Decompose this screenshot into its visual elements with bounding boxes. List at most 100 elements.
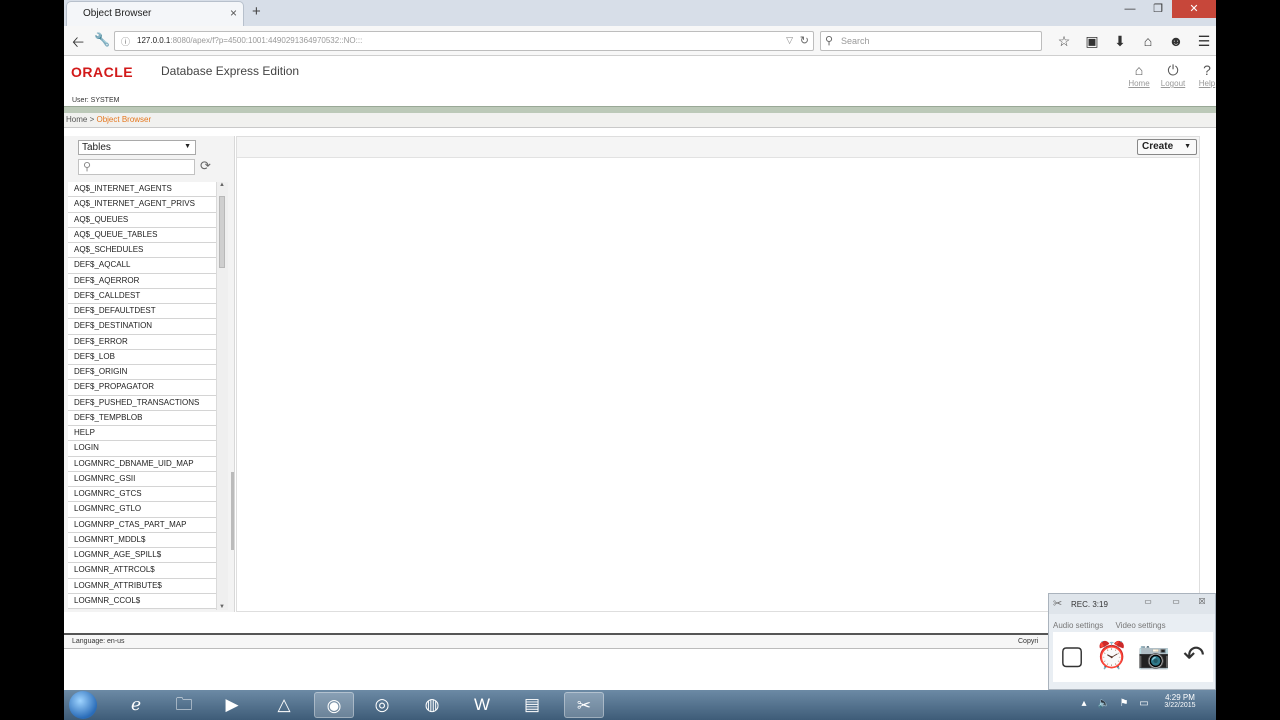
object-list-item[interactable]: LOGMNR_AGE_SPILL$ — [68, 548, 216, 564]
object-list-item[interactable]: DEF$_CALLDEST — [68, 288, 216, 304]
object-list-scrollbar[interactable]: ▲ ▼ — [216, 182, 228, 610]
volume-icon[interactable]: 🔈 — [1094, 698, 1114, 709]
clock-date: 3/22/2015 — [1164, 702, 1196, 709]
recorder-close-icon[interactable]: ☒ — [1193, 597, 1211, 609]
media-player-icon[interactable]: ▶ — [212, 692, 252, 718]
object-list-item[interactable]: AQ$_INTERNET_AGENT_PRIVS — [68, 197, 216, 213]
chrome-icon[interactable]: ◎ — [362, 692, 402, 718]
object-type-select[interactable]: Tables ▼ — [78, 140, 196, 155]
object-list-item[interactable]: LOGMNR_ATTRIBUTE$ — [68, 578, 216, 594]
object-list-item[interactable]: DEF$_DEFAULTDEST — [68, 304, 216, 320]
create-button[interactable]: Create ▼ — [1137, 139, 1197, 155]
tab-audio-settings[interactable]: Audio settings — [1053, 621, 1103, 630]
recorder-header: ✂ REC. 3:19 ▭ ▭ ☒ — [1049, 594, 1215, 614]
browser-toolbar: ☆ ▣ ⬇ ⌂ ☻ ☰ — [1050, 31, 1216, 51]
folder-icon[interactable]: 🗀 — [164, 692, 204, 718]
panel-splitter[interactable] — [231, 472, 234, 550]
bookmark-star-icon[interactable]: ☆ — [1050, 31, 1078, 51]
object-list-item[interactable]: DEF$_TEMPBLOB — [68, 410, 216, 426]
word-icon[interactable]: W — [462, 692, 502, 718]
object-list-item[interactable]: AQ$_SCHEDULES — [68, 243, 216, 259]
object-list-item[interactable]: LOGMNRT_MDDL$ — [68, 532, 216, 548]
download-icon[interactable]: ⬇ — [1106, 31, 1134, 51]
object-list-item[interactable]: LOGMNR_CCOL$ — [68, 593, 216, 609]
taskbar: ℯ 🗀 ▶ △ ◉ ◎ ◍ W ▤ ✂ ▴ 🔈 ⚑ ▭ 4:29 PM 3/22… — [64, 690, 1216, 720]
tray-expand-icon[interactable]: ▴ — [1074, 698, 1094, 709]
scroll-thumb[interactable] — [219, 196, 225, 268]
object-list-item[interactable]: LOGMNRP_CTAS_PART_MAP — [68, 517, 216, 533]
breadcrumb-home[interactable]: Home — [66, 115, 87, 124]
object-list-item[interactable]: DEF$_AQERROR — [68, 273, 216, 289]
new-tab-button[interactable]: + — [252, 3, 261, 20]
firefox-icon[interactable]: ◉ — [314, 692, 354, 718]
recorder-logo-icon: ✂ — [1053, 598, 1063, 610]
undo-icon[interactable]: ↶ — [1177, 638, 1211, 672]
object-list-item[interactable]: HELP — [68, 426, 216, 442]
object-list-item[interactable]: LOGMNR_ATTRCOL$ — [68, 563, 216, 579]
site-info-icon[interactable]: ⓘ — [121, 35, 130, 48]
object-list-item[interactable]: LOGMNRC_DBNAME_UID_MAP — [68, 456, 216, 472]
home-button-icon[interactable]: ⌂ — [1134, 31, 1162, 51]
chat-icon[interactable]: ☻ — [1162, 31, 1190, 51]
minimize-icon[interactable]: — — [1116, 0, 1144, 18]
alarm-clock-icon[interactable]: ⏰ — [1095, 638, 1129, 672]
tab-video-settings[interactable]: Video settings — [1116, 621, 1166, 630]
ie-icon[interactable]: ℯ — [116, 692, 156, 718]
logout-icon: ⏻ — [1167, 62, 1179, 78]
recorder-taskbar-icon[interactable]: ✂ — [564, 692, 604, 718]
logout-link[interactable]: ⏻ Logout — [1156, 61, 1190, 88]
recorder-minimize-icon[interactable]: ▭ — [1139, 597, 1157, 609]
network-icon[interactable]: ⚑ — [1114, 698, 1134, 709]
object-list-item[interactable]: LOGMNRC_GSII — [68, 471, 216, 487]
refresh-icon[interactable]: ⟳ — [200, 158, 211, 174]
object-list-item[interactable]: DEF$_LOB — [68, 349, 216, 365]
tab-close-icon[interactable]: × — [230, 6, 237, 20]
system-clock[interactable]: 4:29 PM 3/22/2015 — [1150, 693, 1210, 709]
camera-icon[interactable]: 📷 — [1137, 638, 1171, 672]
url-bar[interactable]: ⓘ 127.0.0.1:8080/apex/f?p=4500:1001:4490… — [114, 31, 814, 51]
url-text[interactable]: 127.0.0.1:8080/apex/f?p=4500:1001:449029… — [137, 36, 362, 45]
object-list-item[interactable]: AQ$_INTERNET_AGENTS — [68, 182, 216, 198]
home-link-label: Home — [1128, 79, 1150, 88]
object-list-item[interactable]: DEF$_ORIGIN — [68, 365, 216, 381]
object-list-item[interactable]: LOGMNRC_GTCS — [68, 487, 216, 503]
search-bar[interactable]: ⚲ Search — [820, 31, 1042, 51]
object-search-input[interactable]: ⚲ — [78, 159, 195, 175]
wrench-icon[interactable]: 🔧 — [94, 32, 110, 48]
browser-tab[interactable]: Object Browser × — [66, 1, 244, 26]
object-list-item[interactable]: DEF$_ERROR — [68, 334, 216, 350]
app-window-icon[interactable]: ▤ — [512, 692, 552, 718]
create-dropdown-icon: ▼ — [1184, 143, 1191, 150]
globe-icon[interactable]: ◍ — [412, 692, 452, 718]
url-dropdown-icon[interactable]: ▽ — [786, 35, 793, 46]
tab-title: Object Browser — [83, 8, 152, 19]
reload-icon[interactable]: ↻ — [800, 34, 809, 47]
start-button[interactable] — [69, 691, 97, 719]
breadcrumb-current: Object Browser — [96, 115, 152, 124]
close-window-icon[interactable]: ✕ — [1172, 0, 1216, 18]
maximize-icon[interactable]: ❐ — [1144, 0, 1172, 18]
object-list-item[interactable]: AQ$_QUEUES — [68, 212, 216, 228]
object-list-item[interactable]: LOGIN — [68, 441, 216, 457]
scroll-down-icon[interactable]: ▼ — [219, 604, 225, 610]
stop-icon[interactable]: ▢ — [1055, 638, 1089, 672]
object-type-value: Tables — [82, 142, 111, 153]
scroll-up-icon[interactable]: ▲ — [219, 182, 225, 188]
object-detail-panel: Create ▼ — [236, 136, 1200, 612]
object-list-item[interactable]: DEF$_AQCALL — [68, 258, 216, 274]
object-list-item[interactable]: LOGMNRC_GTLO — [68, 502, 216, 518]
vlc-icon[interactable]: △ — [264, 692, 304, 718]
menu-icon[interactable]: ☰ — [1190, 31, 1216, 51]
object-list-item[interactable]: DEF$_PROPAGATOR — [68, 380, 216, 396]
object-list-item[interactable]: DEF$_PUSHED_TRANSACTIONS — [68, 395, 216, 411]
help-link[interactable]: ? Help — [1190, 61, 1216, 88]
object-list-item[interactable]: DEF$_DESTINATION — [68, 319, 216, 335]
object-list-item[interactable]: AQ$_QUEUE_TABLES — [68, 227, 216, 243]
recorder-widget: ✂ REC. 3:19 ▭ ▭ ☒ Audio settings Video s… — [1048, 593, 1216, 690]
current-user: User: SYSTEM — [72, 97, 120, 104]
recorder-restore-icon[interactable]: ▭ — [1167, 597, 1185, 609]
oracle-logo: ORACLE — [71, 64, 134, 80]
clipboard-icon[interactable]: ▣ — [1078, 31, 1106, 51]
back-arrow-icon[interactable]: 🡠 — [72, 32, 84, 57]
home-link[interactable]: ⌂ Home — [1122, 61, 1156, 88]
